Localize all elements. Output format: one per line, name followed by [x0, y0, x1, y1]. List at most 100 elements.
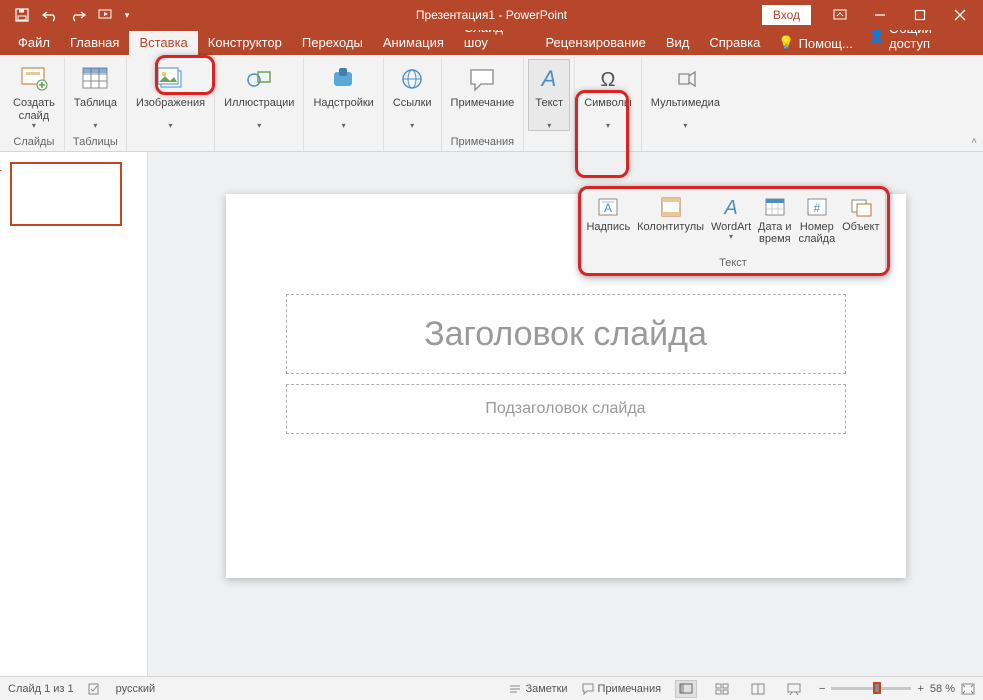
- group-symbols: Ω Символы: [575, 57, 642, 151]
- group-text: A Текст: [524, 57, 575, 151]
- group-images: Изображения: [127, 57, 215, 151]
- lightbulb-icon: 💡: [778, 35, 794, 51]
- addins-button[interactable]: Надстройки: [308, 59, 378, 131]
- zoom-in-icon[interactable]: +: [917, 683, 923, 695]
- zoom-level[interactable]: 58 %: [930, 683, 955, 695]
- reading-view-icon[interactable]: [747, 680, 769, 698]
- text-dropdown-popup: A Надпись Колонтитулы A WordArt ▾ Дата и…: [580, 188, 886, 274]
- slide-counter[interactable]: Слайд 1 из 1: [8, 683, 74, 695]
- images-label: Изображения: [136, 97, 205, 123]
- table-icon: [79, 63, 111, 95]
- slideshow-view-icon[interactable]: [783, 680, 805, 698]
- window-title: Презентация1 - PowerPoint: [416, 8, 567, 22]
- textbox-button[interactable]: A Надпись: [583, 193, 633, 235]
- wordart-button[interactable]: A WordArt ▾: [708, 193, 754, 244]
- close-icon[interactable]: [941, 1, 979, 29]
- text-icon: A: [533, 63, 565, 95]
- group-comments: Примечание Примечания: [442, 57, 525, 151]
- images-button[interactable]: Изображения: [131, 59, 210, 131]
- zoom-slider[interactable]: [831, 687, 911, 690]
- datetime-icon: [761, 195, 789, 219]
- svg-text:A: A: [540, 66, 557, 91]
- tab-view[interactable]: Вид: [656, 31, 700, 55]
- svg-text:Ω: Ω: [601, 69, 616, 91]
- spellcheck-icon[interactable]: [88, 683, 102, 695]
- slide-thumbnail-1[interactable]: [10, 162, 122, 226]
- title-placeholder[interactable]: Заголовок слайда: [286, 294, 846, 374]
- maximize-icon[interactable]: [901, 1, 939, 29]
- tab-insert[interactable]: Вставка: [129, 31, 197, 55]
- ribbon-display-options-icon[interactable]: [821, 1, 859, 29]
- group-label-tables: Таблицы: [73, 135, 118, 151]
- symbols-icon: Ω: [592, 63, 624, 95]
- new-slide-button[interactable]: Создать слайд: [8, 59, 60, 131]
- illustrations-button[interactable]: Иллюстрации: [219, 59, 299, 131]
- signin-button[interactable]: Вход: [762, 5, 811, 25]
- zoom-out-icon[interactable]: −: [819, 683, 825, 695]
- headerfooter-button[interactable]: Колонтитулы: [634, 193, 707, 235]
- media-icon: [669, 63, 701, 95]
- headerfooter-label: Колонтитулы: [637, 221, 704, 233]
- tab-help[interactable]: Справка: [699, 31, 770, 55]
- subtitle-placeholder[interactable]: Подзаголовок слайда: [286, 384, 846, 434]
- redo-icon[interactable]: [64, 1, 92, 29]
- new-slide-label: Создать слайд: [13, 97, 55, 123]
- illustrations-label: Иллюстрации: [224, 97, 294, 123]
- tab-review[interactable]: Рецензирование: [535, 31, 655, 55]
- slidenum-label: Номер слайда: [798, 221, 835, 245]
- sorter-view-icon[interactable]: [711, 680, 733, 698]
- comments-button[interactable]: Примечания: [582, 683, 662, 695]
- group-links: Ссылки: [384, 57, 442, 151]
- title-bar: ▾ Презентация1 - PowerPoint Вход: [0, 0, 983, 30]
- media-label: Мультимедиа: [651, 97, 720, 123]
- table-button[interactable]: Таблица: [69, 59, 122, 131]
- text-popup-group-label: Текст: [581, 255, 885, 273]
- slidenum-icon: #: [803, 195, 831, 219]
- tell-me[interactable]: 💡 Помощ...: [770, 35, 860, 55]
- table-label: Таблица: [74, 97, 117, 123]
- text-button[interactable]: A Текст: [528, 59, 570, 131]
- group-illustrations: Иллюстрации: [215, 57, 304, 151]
- undo-icon[interactable]: [36, 1, 64, 29]
- addins-label: Надстройки: [313, 97, 373, 123]
- tab-animations[interactable]: Анимация: [373, 31, 454, 55]
- wordart-icon: A: [717, 195, 745, 219]
- comment-icon: [466, 63, 498, 95]
- normal-view-icon[interactable]: [675, 680, 697, 698]
- tab-home[interactable]: Главная: [60, 31, 129, 55]
- group-label-comments: Примечания: [451, 135, 515, 151]
- language-indicator[interactable]: русский: [116, 683, 155, 695]
- links-button[interactable]: Ссылки: [388, 59, 437, 131]
- qat-customize-icon[interactable]: ▾: [120, 1, 134, 29]
- group-label-slides: Слайды: [13, 135, 54, 151]
- group-media: Мультимедиа: [642, 57, 729, 151]
- slidenum-button[interactable]: # Номер слайда: [795, 193, 838, 247]
- tab-file[interactable]: Файл: [8, 31, 60, 55]
- object-button[interactable]: Объект: [839, 193, 882, 235]
- zoom-control: − + 58 %: [819, 683, 975, 695]
- tab-design[interactable]: Конструктор: [198, 31, 292, 55]
- start-from-beginning-icon[interactable]: [92, 1, 120, 29]
- object-icon: [847, 195, 875, 219]
- tell-me-label: Помощ...: [799, 36, 853, 51]
- notes-button[interactable]: Заметки: [509, 683, 567, 695]
- fit-to-window-icon[interactable]: [961, 683, 975, 695]
- minimize-icon[interactable]: [861, 1, 899, 29]
- comment-label: Примечание: [451, 97, 515, 123]
- slide-thumbnails-panel: 1: [0, 152, 148, 676]
- tab-transitions[interactable]: Переходы: [292, 31, 373, 55]
- svg-text:#: #: [813, 201, 820, 215]
- save-icon[interactable]: [8, 1, 36, 29]
- links-label: Ссылки: [393, 97, 432, 123]
- ribbon-tabs: Файл Главная Вставка Конструктор Переход…: [0, 30, 983, 55]
- media-button[interactable]: Мультимедиа: [646, 59, 725, 131]
- links-icon: [396, 63, 428, 95]
- comment-button[interactable]: Примечание: [446, 59, 520, 124]
- symbols-button[interactable]: Ω Символы: [579, 59, 637, 131]
- text-label: Текст: [535, 97, 563, 123]
- collapse-ribbon-icon[interactable]: ˄: [971, 136, 977, 147]
- images-icon: [155, 63, 187, 95]
- group-addins: Надстройки: [304, 57, 383, 151]
- object-label: Объект: [842, 221, 879, 233]
- datetime-button[interactable]: Дата и время: [755, 193, 795, 247]
